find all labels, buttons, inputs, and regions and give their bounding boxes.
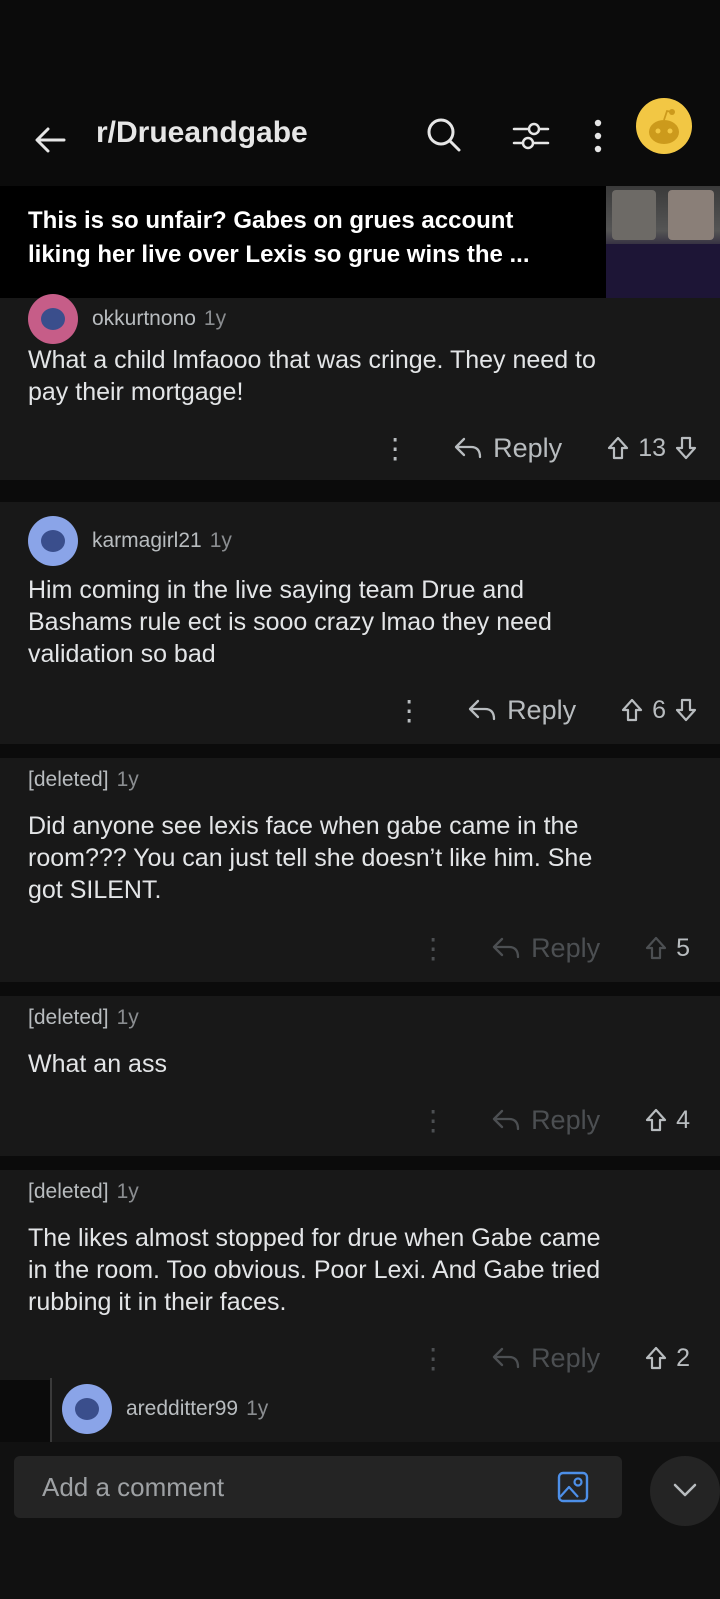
comment-author[interactable]: karmagirl21 <box>92 529 202 553</box>
comment-actions: ⋮ Reply 2 <box>419 1338 698 1378</box>
image-attach-icon[interactable] <box>556 1470 590 1504</box>
comment-time: 1y <box>203 307 227 330</box>
user-avatar-icon[interactable] <box>636 98 692 154</box>
post-header[interactable]: This is so unfair? Gabes on grues accoun… <box>0 186 720 298</box>
avatar[interactable] <box>62 1384 112 1434</box>
comment-actions: ⋮ Reply 4 <box>419 1100 698 1140</box>
comment-card: [deleted] 1y What an ass ⋮ Reply 4 <box>0 996 720 1156</box>
comment-time: 1y <box>209 529 232 552</box>
comment-author: [deleted] <box>28 1180 109 1203</box>
reply-icon <box>455 437 482 459</box>
comment-card: [deleted] 1y The likes almost stopped fo… <box>0 1170 720 1380</box>
vote-control: 6 <box>620 696 698 725</box>
vote-count: 13 <box>638 433 666 462</box>
comment-body: Him coming in the live saying team Drue … <box>28 576 552 668</box>
reply-icon <box>492 937 520 959</box>
comment-body: The likes almost stopped for drue when G… <box>28 1224 601 1316</box>
comment-card: [deleted] 1y Did anyone see lexis face w… <box>0 758 720 982</box>
comment-actions: ⋮ Reply 6 <box>395 690 698 730</box>
comment-card: okkurtnono 1y What a child lmfaooo that … <box>0 294 720 480</box>
comment-time: 1y <box>116 1006 139 1029</box>
upvote-icon[interactable] <box>644 1345 668 1371</box>
vote-control: 4 <box>644 1106 698 1135</box>
comment-actions: ⋮ Reply 5 <box>419 928 698 968</box>
add-comment-input[interactable]: Add a comment <box>14 1456 622 1518</box>
comment-body: Did anyone see lexis face when gabe came… <box>28 812 593 904</box>
reply-button: Reply <box>491 933 600 964</box>
comment-body: What an ass <box>28 1050 167 1078</box>
upvote-icon[interactable] <box>644 1107 668 1133</box>
comment-time: 1y <box>246 1397 269 1420</box>
comment-header: [deleted] 1y <box>28 768 139 792</box>
avatar[interactable] <box>28 294 78 344</box>
composer-placeholder: Add a comment <box>42 1472 225 1502</box>
upvote-icon[interactable] <box>606 435 630 461</box>
reply-button[interactable]: Reply <box>453 433 562 464</box>
vote-control: 13 <box>606 434 698 463</box>
arrow-left-icon[interactable] <box>30 120 70 160</box>
sort-filter-icon[interactable] <box>510 115 552 157</box>
vote-control: 2 <box>644 1344 698 1373</box>
reply-icon <box>492 1109 520 1131</box>
subreddit-title[interactable]: r/Drueandgabe <box>96 116 308 150</box>
comment-actions: ⋮ Reply 13 <box>381 428 698 468</box>
nested-comment: aredditter99 1y <box>50 1378 720 1442</box>
more-options-icon[interactable]: ⋮ <box>419 1342 447 1375</box>
status-bar <box>0 0 720 90</box>
comment-time: 1y <box>116 1180 139 1203</box>
comment-card: karmagirl21 1y Him coming in the live sa… <box>0 502 720 744</box>
reply-icon <box>492 1347 520 1369</box>
reply-button: Reply <box>491 1105 600 1136</box>
reply-button: Reply <box>491 1343 600 1374</box>
comment-header: [deleted] 1y <box>28 1180 139 1204</box>
more-vertical-icon[interactable] <box>588 114 608 158</box>
more-options-icon[interactable]: ⋮ <box>419 1104 447 1137</box>
vote-count: 5 <box>676 933 690 962</box>
more-options-icon[interactable]: ⋮ <box>395 694 423 727</box>
downvote-icon[interactable] <box>674 435 698 461</box>
search-icon[interactable] <box>424 115 464 155</box>
post-title: This is so unfair? Gabes on grues accoun… <box>28 207 530 268</box>
comment-author: [deleted] <box>28 1006 109 1029</box>
more-options-icon[interactable]: ⋮ <box>381 432 409 465</box>
comment-header: [deleted] 1y <box>28 1006 139 1030</box>
vote-control: 5 <box>644 934 698 963</box>
upvote-icon[interactable] <box>644 935 668 961</box>
vote-count: 4 <box>676 1105 690 1134</box>
chevron-down-icon <box>673 1483 697 1497</box>
post-thumbnail[interactable] <box>606 186 720 298</box>
top-bar: r/Drueandgabe <box>0 90 720 186</box>
avatar[interactable] <box>28 516 78 566</box>
comment-header: karmagirl21 1y <box>28 516 232 566</box>
comment-body: What a child lmfaooo that was cringe. Th… <box>28 346 596 406</box>
comment-header: aredditter99 1y <box>62 1384 268 1434</box>
upvote-icon[interactable] <box>620 697 644 723</box>
vote-count: 2 <box>676 1343 690 1372</box>
scroll-down-button[interactable] <box>650 1456 720 1526</box>
more-options-icon[interactable]: ⋮ <box>419 932 447 965</box>
comment-header: okkurtnono 1y <box>28 294 226 344</box>
comment-composer-bar: Add a comment <box>0 1442 720 1599</box>
comment-author: [deleted] <box>28 768 109 791</box>
downvote-icon[interactable] <box>674 697 698 723</box>
reply-button[interactable]: Reply <box>467 695 576 726</box>
reply-icon <box>468 699 496 721</box>
comment-time: 1y <box>116 768 139 791</box>
comment-author[interactable]: aredditter99 <box>126 1397 238 1421</box>
comment-author[interactable]: okkurtnono <box>92 307 196 331</box>
vote-count: 6 <box>652 695 666 724</box>
